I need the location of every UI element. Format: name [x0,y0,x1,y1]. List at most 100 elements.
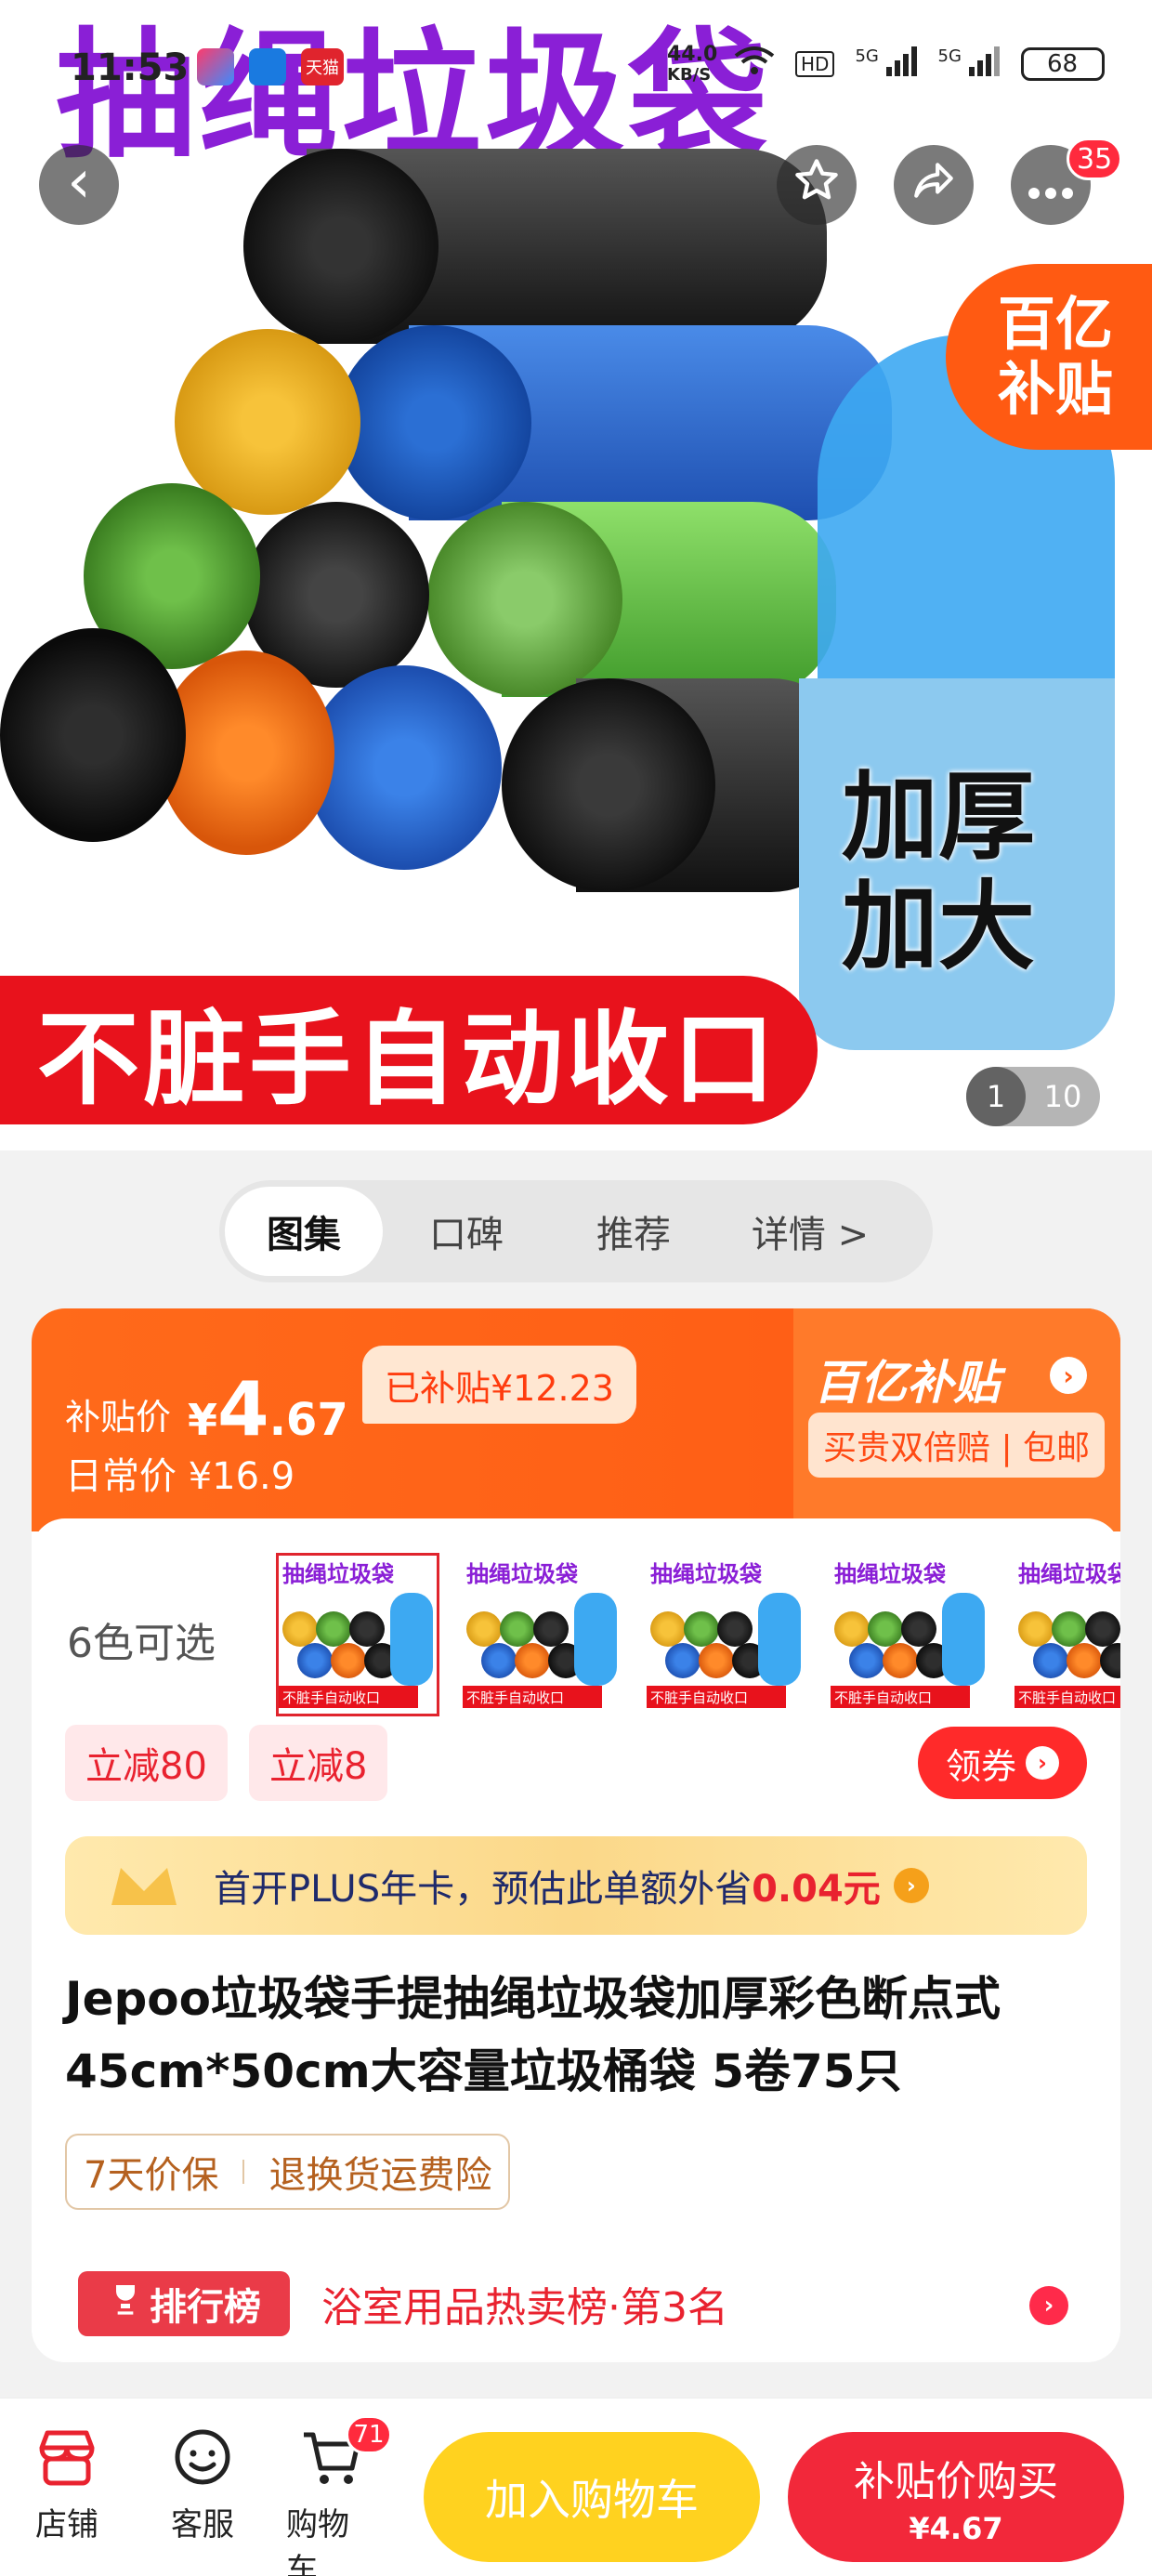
variant-thumbnail[interactable]: 抽绳垃圾袋不脏手自动收口 [831,1556,988,1714]
favorite-button[interactable] [777,145,857,225]
price-currency: ¥ [188,1395,218,1445]
double-compensation-tag: 买贵双倍赔 | 包邮 [808,1413,1106,1478]
divider [242,2160,245,2184]
app-icon-tmall: 天猫 [301,48,344,85]
chat-smile-icon [169,2425,236,2491]
thumbnail-roll [665,1643,700,1678]
plus-membership-banner[interactable]: 首开PLUS年卡，预估此单额外省 0.04元 › [65,1836,1087,1935]
buy-now-label: 补贴价购买 [854,2458,1058,2505]
product-detail-page: 抽绳垃圾袋 加厚 加大 百亿 补贴 不脏手自动收口 1 10 11:53 天猫 … [0,0,1152,2576]
thumbnail-roll [901,1611,936,1647]
variant-thumbnail[interactable]: 抽绳垃圾袋 不脏手自动收口 [647,1556,805,1714]
store-icon [33,2425,100,2491]
thumbnail-title: 抽绳垃圾袋 [834,1561,946,1587]
thumbnail-roll [533,1611,569,1647]
thumbnail-roll [481,1643,517,1678]
buy-now-button[interactable]: 补贴价购买 ¥4.67 [788,2432,1124,2562]
billion-subsidy-logo[interactable]: 百亿补贴 [814,1346,1000,1413]
subsidy-price-label: 补贴价 [65,1397,172,1438]
thumbnail-roll [331,1643,366,1678]
thumbnail-roll [297,1643,333,1678]
coupon-button-label: 领券 [945,1745,1016,1787]
cart-button[interactable]: 71 购物车 [286,2415,392,2576]
service-guarantees[interactable]: 7天价保 退换货运费险 [65,2134,511,2210]
thumbnail-banner: 不脏手自动收口 [831,1686,970,1708]
thumbnail-roll [1052,1611,1087,1647]
hd-icon: HD [795,51,835,77]
subsidy-corner-badge: 百亿 补贴 [946,264,1152,450]
battery-icon: 68 [1020,47,1105,81]
wifi-icon [734,45,775,84]
add-to-cart-button[interactable]: 加入购物车 [424,2432,760,2562]
section-tabs: 图集 口碑 推荐 详情 > [219,1180,933,1282]
ranking-badge-label: 排行榜 [150,2286,261,2329]
thumbnail-roll [282,1611,318,1647]
status-bar: 11:53 天猫 44.0 KB/S HD 5G 5G 68 [0,0,1152,139]
thumbnail-banner: 不脏手自动收口 [1015,1686,1120,1708]
thumbnail-banner: 不脏手自动收口 [647,1686,786,1708]
tab-recommend[interactable]: 推荐 [550,1187,717,1276]
return-shipping-insurance-label: 退换货运费险 [268,2154,492,2197]
back-button[interactable]: ‹ [39,145,119,225]
thumbnail-roll [515,1643,550,1678]
variant-thumbnail[interactable]: 抽绳垃圾袋 不脏手自动收口 [276,1553,439,1716]
bucket-text-line1: 加厚 [842,760,1036,874]
speed-value: 44.0 [667,43,718,66]
crown-icon [102,1849,186,1933]
tab-gallery[interactable]: 图集 [225,1187,383,1276]
product-title: Jepoo垃圾袋手提抽绳垃圾袋加厚彩色断点式45cm*50cm大容量垃圾桶袋 5… [65,1972,1001,2098]
thumbnail-roll [466,1611,502,1647]
hero-red-banner: 不脏手自动收口 [0,976,818,1124]
cart-count-badge: 71 [346,2415,392,2454]
service-label: 客服 [171,2506,234,2543]
product-hero-image[interactable]: 抽绳垃圾袋 加厚 加大 百亿 补贴 不脏手自动收口 1 10 11:53 天猫 … [0,0,1152,1150]
plus-banner-text: 首开PLUS年卡，预估此单额外省 [214,1868,753,1911]
share-button[interactable] [894,145,974,225]
variant-thumbnail[interactable]: 抽绳垃圾袋 不脏手自动收口 [463,1556,621,1714]
ranking-badge[interactable]: 排行榜 [78,2271,290,2336]
app-icon-video [197,48,234,85]
signal-5g-icon-2: 5G [938,46,1001,82]
status-right-icons: HD 5G 5G 68 [734,45,1105,84]
subsidy-badge-line1: 百亿 [998,290,1114,358]
status-app-icons: 天猫 [197,48,344,85]
star-icon [792,156,841,215]
thumbnail-roll [1033,1643,1068,1678]
ranking-text[interactable]: 浴室用品热卖榜·第3名 [321,2271,728,2336]
get-coupon-button[interactable]: 领券 › [918,1727,1087,1799]
product-info-card: 补贴价 ¥4.67 已补贴¥12.23 日常价 ¥16.9 百亿补贴 › 买贵双… [32,1308,1120,2362]
thumbnail-roll [684,1611,719,1647]
thumbnail-roll [349,1611,385,1647]
share-icon [910,157,957,214]
customer-service-button[interactable]: 客服 [156,2425,249,2544]
cart-icon: 71 [299,2415,392,2491]
tab-details[interactable]: 详情 > [717,1187,903,1276]
thumbnail-banner: 不脏手自动收口 [279,1686,418,1708]
store-label: 店铺 [35,2506,98,2543]
daily-price: 日常价 ¥16.9 [65,1455,295,1498]
discount-tag: 立减8 [249,1725,388,1801]
chevron-right-icon[interactable]: › [1050,1357,1087,1394]
chevron-right-icon[interactable]: › [1029,2286,1068,2325]
variant-thumbnails: 抽绳垃圾袋 不脏手自动收口 抽绳垃圾袋 不脏手自动收口 抽绳垃圾袋 不脏手自动收口 抽绳垃圾… [276,1553,1120,1716]
subsidy-badge-line2: 补贴 [998,355,1114,423]
image-pager: 1 10 [966,1067,1100,1126]
thumbnail-roll [699,1643,734,1678]
store-button[interactable]: 店铺 [20,2425,113,2544]
thumbnail-roll [883,1643,918,1678]
speed-unit: KB/S [667,65,712,85]
color-options-label[interactable]: 6色可选 [67,1610,216,1669]
chevron-right-icon: › [893,1868,929,1903]
thumbnail-roll [1100,1643,1120,1678]
product-details-panel: 6色可选 抽绳垃圾袋 不脏手自动收口 抽绳垃圾袋 不脏手自动收口 抽绳垃圾袋 不脏手自动收… [32,1518,1120,2362]
app-icon-telecom [249,48,286,85]
thumbnail-bag [758,1593,801,1686]
more-dots-icon [1028,160,1074,210]
thumbnail-roll [316,1611,351,1647]
subsidy-price: ¥4.67 [188,1366,348,1452]
thumbnail-roll [849,1643,884,1678]
variant-thumbnail[interactable]: 抽绳垃圾袋 不脏手自动收口 [1015,1556,1120,1714]
subsidized-amount-tag: 已补贴¥12.23 [362,1346,636,1424]
tab-reviews[interactable]: 口碑 [383,1187,550,1276]
discount-tag: 立减80 [65,1725,228,1801]
